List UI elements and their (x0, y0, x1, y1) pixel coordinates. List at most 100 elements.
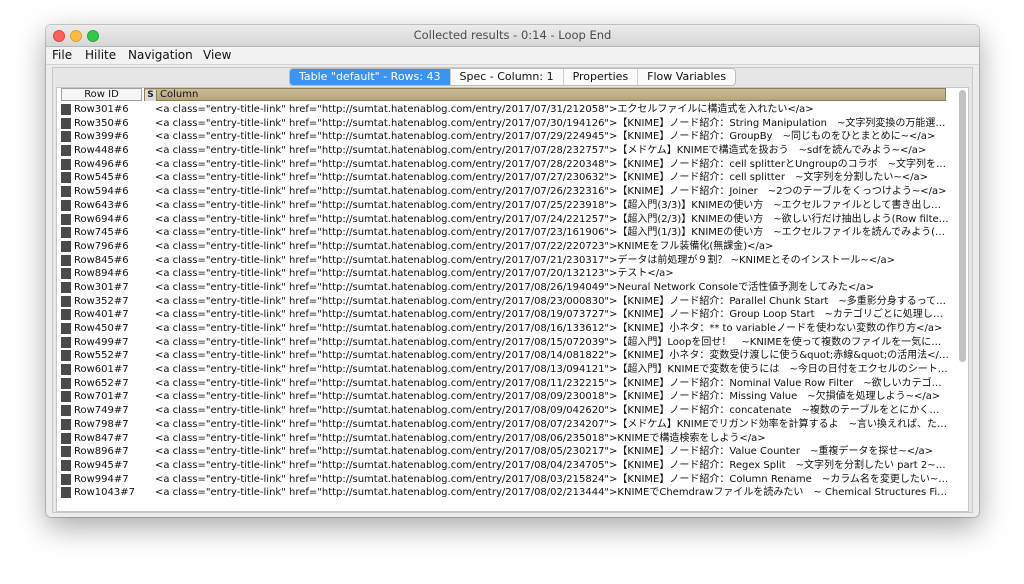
table-row[interactable]: Row401#7 <a class="entry-title-link" href… (61, 308, 952, 322)
row-id-cell[interactable]: Row652#7 (74, 377, 154, 391)
table-row[interactable]: Row745#6 <a class="entry-title-link" href… (61, 226, 952, 240)
row-id-cell[interactable]: Row847#7 (74, 432, 154, 446)
row-id-cell[interactable]: Row350#6 (74, 117, 154, 131)
row-id-cell[interactable]: Row701#7 (74, 390, 154, 404)
column-cell[interactable]: <a class="entry-title-link" href="http:/… (155, 404, 949, 418)
row-id-cell[interactable]: Row552#7 (74, 349, 154, 363)
row-id-cell[interactable]: Row496#6 (74, 158, 154, 172)
table-row[interactable]: Row450#7 <a class="entry-title-link" href… (61, 322, 952, 336)
table-row[interactable]: Row545#6 <a class="entry-title-link" href… (61, 171, 952, 185)
table-row[interactable]: Row1043#7 <a class="entry-title-link" hre… (61, 486, 952, 500)
row-id-cell[interactable]: Row894#6 (74, 267, 154, 281)
column-cell[interactable]: <a class="entry-title-link" href="http:/… (155, 240, 949, 254)
row-id-cell[interactable]: Row301#7 (74, 281, 154, 295)
row-id-cell[interactable]: Row1043#7 (74, 486, 154, 500)
header-column[interactable]: S Column (144, 88, 946, 101)
table-row[interactable]: Row796#6 <a class="entry-title-link" href… (61, 240, 952, 254)
table-row[interactable]: Row894#6 <a class="entry-title-link" href… (61, 267, 952, 281)
row-id-cell[interactable]: Row401#7 (74, 308, 154, 322)
table-row[interactable]: Row301#7 <a class="entry-title-link" href… (61, 281, 952, 295)
column-cell[interactable]: <a class="entry-title-link" href="http:/… (155, 418, 949, 432)
column-cell[interactable]: <a class="entry-title-link" href="http:/… (155, 199, 949, 213)
row-id-cell[interactable]: Row896#7 (74, 445, 154, 459)
table-row[interactable]: Row749#7 <a class="entry-title-link" href… (61, 404, 952, 418)
table-row[interactable]: Row694#6 <a class="entry-title-link" href… (61, 213, 952, 227)
table-row[interactable]: Row499#7 <a class="entry-title-link" href… (61, 336, 952, 350)
header-row-id[interactable]: Row ID (61, 88, 142, 101)
table-row[interactable]: Row945#7 <a class="entry-title-link" href… (61, 459, 952, 473)
column-cell[interactable]: <a class="entry-title-link" href="http:/… (155, 295, 949, 309)
row-id-cell[interactable]: Row994#7 (74, 473, 154, 487)
column-cell[interactable]: <a class="entry-title-link" href="http:/… (155, 459, 949, 473)
column-cell[interactable]: <a class="entry-title-link" href="http:/… (155, 117, 949, 131)
column-cell[interactable]: <a class="entry-title-link" href="http:/… (155, 254, 949, 268)
row-id-cell[interactable]: Row945#7 (74, 459, 154, 473)
table-row[interactable]: Row301#6 <a class="entry-title-link" href… (61, 103, 952, 117)
column-cell[interactable]: <a class="entry-title-link" href="http:/… (155, 171, 949, 185)
row-id-cell[interactable]: Row745#6 (74, 226, 154, 240)
title-bar[interactable]: Collected results - 0:14 - Loop End (46, 25, 979, 47)
row-id-cell[interactable]: Row352#7 (74, 295, 154, 309)
row-id-cell[interactable]: Row450#7 (74, 322, 154, 336)
tab-flow-variables[interactable]: Flow Variables (637, 69, 735, 85)
row-id-cell[interactable]: Row594#6 (74, 185, 154, 199)
row-id-cell[interactable]: Row499#7 (74, 336, 154, 350)
row-id-cell[interactable]: Row399#6 (74, 130, 154, 144)
column-cell[interactable]: <a class="entry-title-link" href="http:/… (155, 363, 949, 377)
column-cell[interactable]: <a class="entry-title-link" href="http:/… (155, 377, 949, 391)
tab-spec[interactable]: Spec - Column: 1 (449, 69, 563, 85)
row-id-cell[interactable]: Row601#7 (74, 363, 154, 377)
column-cell[interactable]: <a class="entry-title-link" href="http:/… (155, 185, 949, 199)
column-cell[interactable]: <a class="entry-title-link" href="http:/… (155, 336, 949, 350)
column-cell[interactable]: <a class="entry-title-link" href="http:/… (155, 322, 949, 336)
row-id-cell[interactable]: Row545#6 (74, 171, 154, 185)
table-row[interactable]: Row552#7 <a class="entry-title-link" href… (61, 349, 952, 363)
table-row[interactable]: Row352#7 <a class="entry-title-link" href… (61, 295, 952, 309)
menu-view[interactable]: View (203, 48, 231, 62)
table-row[interactable]: Row798#7 <a class="entry-title-link" href… (61, 418, 952, 432)
column-cell[interactable]: <a class="entry-title-link" href="http:/… (155, 281, 949, 295)
row-id-cell[interactable]: Row749#7 (74, 404, 154, 418)
menu-navigation[interactable]: Navigation (128, 48, 193, 62)
column-cell[interactable]: <a class="entry-title-link" href="http:/… (155, 267, 949, 281)
column-cell[interactable]: <a class="entry-title-link" href="http:/… (155, 349, 949, 363)
table-row[interactable]: Row350#6 <a class="entry-title-link" href… (61, 117, 952, 131)
column-cell[interactable]: <a class="entry-title-link" href="http:/… (155, 308, 949, 322)
table-row[interactable]: Row701#7 <a class="entry-title-link" href… (61, 390, 952, 404)
column-cell[interactable]: <a class="entry-title-link" href="http:/… (155, 445, 949, 459)
row-id-cell[interactable]: Row694#6 (74, 213, 154, 227)
row-id-cell[interactable]: Row845#6 (74, 254, 154, 268)
tab-table-default[interactable]: Table "default" - Rows: 43 (289, 69, 450, 85)
column-cell[interactable]: <a class="entry-title-link" href="http:/… (155, 158, 949, 172)
table-row[interactable]: Row652#7 <a class="entry-title-link" href… (61, 377, 952, 391)
row-id-cell[interactable]: Row301#6 (74, 103, 154, 117)
tab-properties[interactable]: Properties (562, 69, 638, 85)
column-cell[interactable]: <a class="entry-title-link" href="http:/… (155, 103, 949, 117)
column-cell[interactable]: <a class="entry-title-link" href="http:/… (155, 213, 949, 227)
table-row[interactable]: Row594#6 <a class="entry-title-link" href… (61, 185, 952, 199)
table-row[interactable]: Row601#7 <a class="entry-title-link" href… (61, 363, 952, 377)
column-cell[interactable]: <a class="entry-title-link" href="http:/… (155, 130, 949, 144)
column-cell[interactable]: <a class="entry-title-link" href="http:/… (155, 473, 949, 487)
table-row[interactable]: Row847#7 <a class="entry-title-link" href… (61, 432, 952, 446)
column-cell[interactable]: <a class="entry-title-link" href="http:/… (155, 390, 949, 404)
scrollbar-thumb[interactable] (959, 90, 966, 362)
table-row[interactable]: Row994#7 <a class="entry-title-link" href… (61, 473, 952, 487)
table-row[interactable]: Row896#7 <a class="entry-title-link" href… (61, 445, 952, 459)
vertical-scrollbar[interactable] (959, 90, 966, 509)
column-cell[interactable]: <a class="entry-title-link" href="http:/… (155, 486, 949, 500)
table-row[interactable]: Row643#6 <a class="entry-title-link" href… (61, 199, 952, 213)
table-row[interactable]: Row845#6 <a class="entry-title-link" href… (61, 254, 952, 268)
column-cell[interactable]: <a class="entry-title-link" href="http:/… (155, 144, 949, 158)
menu-hilite[interactable]: Hilite (85, 48, 116, 62)
row-id-cell[interactable]: Row796#6 (74, 240, 154, 254)
menu-file[interactable]: File (52, 48, 72, 62)
row-id-cell[interactable]: Row448#6 (74, 144, 154, 158)
column-cell[interactable]: <a class="entry-title-link" href="http:/… (155, 226, 949, 240)
table-row[interactable]: Row399#6 <a class="entry-title-link" href… (61, 130, 952, 144)
table-row[interactable]: Row496#6 <a class="entry-title-link" href… (61, 158, 952, 172)
table-row[interactable]: Row448#6 <a class="entry-title-link" href… (61, 144, 952, 158)
column-cell[interactable]: <a class="entry-title-link" href="http:/… (155, 432, 949, 446)
row-id-cell[interactable]: Row798#7 (74, 418, 154, 432)
data-table[interactable]: Row ID S Column Row301#6 <a class="entry-t… (56, 87, 969, 512)
